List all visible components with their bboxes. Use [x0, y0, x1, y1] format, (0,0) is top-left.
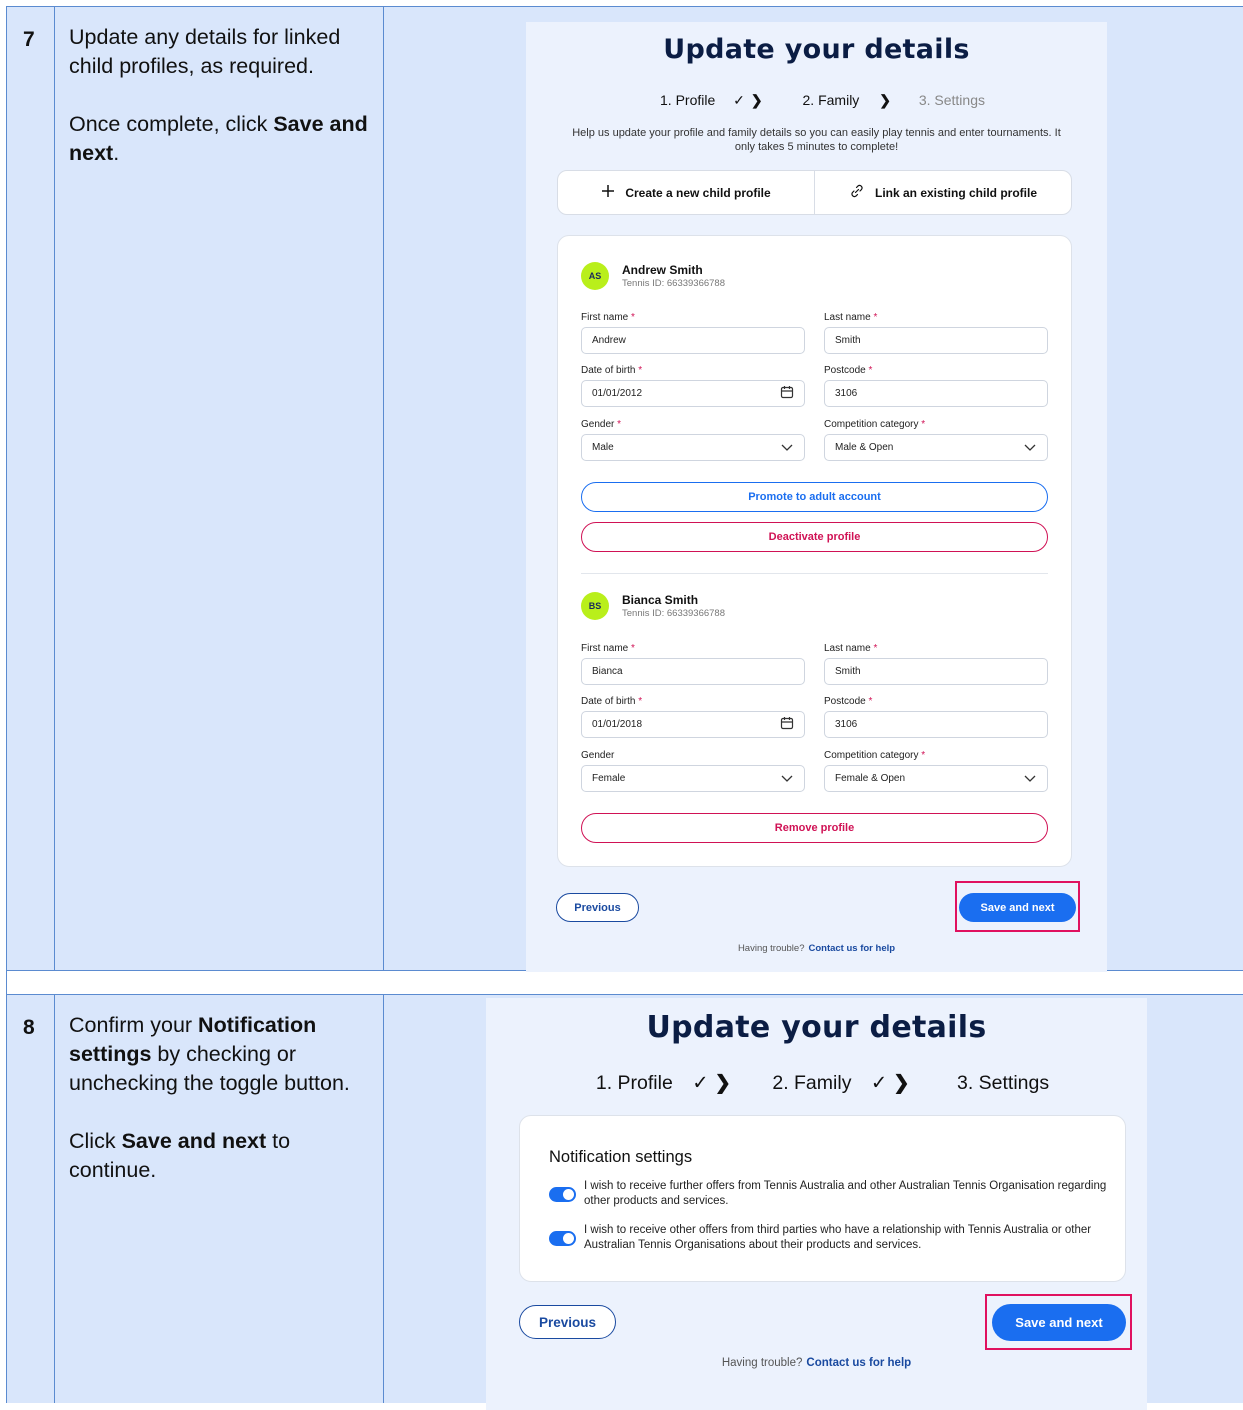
progress-stepper: 1. Profile ✓ ❯ 2. Family ❯ 3. Settings: [526, 92, 1107, 109]
plus-icon: [601, 184, 615, 201]
last-name-input[interactable]: Smith: [824, 327, 1048, 354]
check-icon: ✓: [870, 1072, 888, 1094]
last-name-input[interactable]: Smith: [824, 658, 1048, 685]
step-number: 8: [23, 1016, 35, 1039]
family-step-screenshot: Update your details 1. Profile ✓ ❯ 2. Fam…: [526, 22, 1107, 972]
last-name-field: Last name * Smith: [824, 312, 1048, 354]
calendar-icon[interactable]: [780, 385, 794, 402]
previous-button[interactable]: Previous: [519, 1305, 616, 1339]
link-child-profile-button[interactable]: Link an existing child profile: [814, 171, 1071, 214]
contact-help-link[interactable]: Contact us for help: [806, 1357, 911, 1369]
competition-category-select[interactable]: Female & Open: [824, 765, 1048, 792]
offers-toggle[interactable]: [549, 1186, 576, 1202]
instruction-table: 7 Update any details for linked child pr…: [6, 6, 1243, 1410]
tennis-id: Tennis ID: 66339366788: [622, 608, 725, 619]
step-profile: 1. Profile ✓ ❯: [660, 92, 763, 108]
settings-step-screenshot: Update your details 1. Profile ✓ ❯ 2. Fam…: [486, 998, 1147, 1410]
profile-header: BS Bianca Smith Tennis ID: 66339366788: [581, 592, 725, 620]
check-icon: ✓: [692, 1072, 709, 1094]
help-text: Help us update your profile and family d…: [572, 127, 1061, 153]
step-instructions: Update any details for linked child prof…: [69, 23, 379, 197]
competition-category-field: Competition category * Male & Open: [824, 419, 1048, 461]
profile-name: Bianca Smith: [622, 593, 699, 607]
progress-stepper: 1. Profile ✓ ❯ 2. Family ✓ ❯ 3. Settings: [486, 1071, 1147, 1095]
postcode-input[interactable]: 3106: [824, 711, 1048, 738]
notification-option-text: I wish to receive other offers from thir…: [584, 1224, 1092, 1251]
profile-header: AS Andrew Smith Tennis ID: 66339366788: [581, 262, 725, 290]
chevron-down-icon: [1023, 772, 1037, 786]
calendar-icon[interactable]: [780, 716, 794, 733]
page-title: Update your details: [646, 1010, 987, 1045]
add-child-tabs: Create a new child profile Link an exist…: [557, 170, 1072, 215]
previous-button[interactable]: Previous: [556, 893, 639, 922]
column-divider: [383, 7, 384, 970]
step-instructions: Confirm your Notification settings by ch…: [69, 1011, 379, 1214]
column-divider: [54, 995, 55, 1403]
link-child-profile-label: Link an existing child profile: [874, 185, 1038, 200]
dob-field: Date of birth * 01/01/2012: [581, 365, 805, 407]
tennis-id: Tennis ID: 66339366788: [622, 278, 725, 289]
create-child-profile-button[interactable]: Create a new child profile: [558, 171, 814, 214]
chevron-right-icon: ❯: [893, 1072, 910, 1094]
promote-adult-button[interactable]: Promote to adult account: [581, 482, 1048, 512]
dob-field: Date of birth * 01/01/2018: [581, 696, 805, 738]
step-family: 2. Family ✓ ❯: [772, 1072, 910, 1094]
chevron-right-icon: ❯: [714, 1072, 731, 1094]
help-footer: Having trouble? Contact us for help: [721, 1357, 912, 1369]
competition-category-field: Competition category * Female & Open: [824, 750, 1048, 792]
link-icon: [849, 183, 865, 202]
step-settings: 3. Settings: [918, 92, 985, 108]
competition-category-select[interactable]: Male & Open: [824, 434, 1048, 461]
gender-select[interactable]: Female: [581, 765, 805, 792]
create-child-profile-label: Create a new child profile: [625, 185, 771, 200]
contact-help-link[interactable]: Contact us for help: [808, 943, 895, 954]
save-and-next-button[interactable]: Save and next: [992, 1304, 1126, 1341]
save-and-next-button[interactable]: Save and next: [959, 893, 1076, 922]
dob-input[interactable]: 01/01/2018: [581, 711, 805, 738]
third-party-offers-toggle[interactable]: [549, 1230, 576, 1246]
column-divider: [383, 995, 384, 1403]
chevron-right-icon: ❯: [879, 92, 891, 108]
remove-profile-button[interactable]: Remove profile: [581, 813, 1048, 843]
notification-settings-title: Notification settings: [549, 1148, 693, 1166]
help-footer: Having trouble? Contact us for help: [737, 943, 896, 954]
gender-select[interactable]: Male: [581, 434, 805, 461]
chevron-down-icon: [780, 772, 794, 786]
page-title: Update your details: [663, 34, 970, 65]
step-number: 7: [23, 28, 35, 51]
first-name-field: First name * Andrew: [581, 312, 805, 354]
instruction-paragraph: Update any details for linked child prof…: [69, 25, 341, 78]
check-icon: ✓: [733, 92, 745, 108]
instruction-paragraph: Click Save and next to continue.: [69, 1129, 291, 1182]
chevron-right-icon: ❯: [750, 92, 763, 108]
chevron-down-icon: [780, 441, 794, 455]
avatar: BS: [581, 592, 609, 620]
step-profile: 1. Profile ✓ ❯: [595, 1072, 731, 1094]
gender-field: Gender * Male: [581, 419, 805, 461]
chevron-down-icon: [1023, 441, 1037, 455]
deactivate-profile-button[interactable]: Deactivate profile: [581, 522, 1048, 552]
step-family: 2. Family ❯: [802, 92, 891, 108]
postcode-field: Postcode * 3106: [824, 696, 1048, 738]
dob-input[interactable]: 01/01/2012: [581, 380, 805, 407]
first-name-input[interactable]: Andrew: [581, 327, 805, 354]
step-settings: 3. Settings: [956, 1072, 1050, 1094]
postcode-field: Postcode * 3106: [824, 365, 1048, 407]
notification-option: I wish to receive further offers from Te…: [549, 1179, 1109, 1209]
instruction-paragraph: Confirm your Notification settings by ch…: [69, 1013, 350, 1095]
postcode-input[interactable]: 3106: [824, 380, 1048, 407]
child-profiles-card: AS Andrew Smith Tennis ID: 66339366788 F…: [557, 235, 1072, 867]
divider: [581, 573, 1048, 574]
avatar: AS: [581, 262, 609, 290]
first-name-field: First name * Bianca: [581, 643, 805, 685]
notification-settings-card: Notification settings I wish to receive …: [519, 1115, 1126, 1282]
column-divider: [54, 7, 55, 970]
notification-option: I wish to receive other offers from thir…: [549, 1223, 1109, 1253]
last-name-field: Last name * Smith: [824, 643, 1048, 685]
notification-option-text: I wish to receive further offers from Te…: [584, 1180, 1107, 1207]
first-name-input[interactable]: Bianca: [581, 658, 805, 685]
profile-name: Andrew Smith: [622, 263, 703, 277]
instruction-paragraph: Once complete, click Save and next.: [69, 112, 368, 165]
gender-field: Gender Female: [581, 750, 805, 792]
